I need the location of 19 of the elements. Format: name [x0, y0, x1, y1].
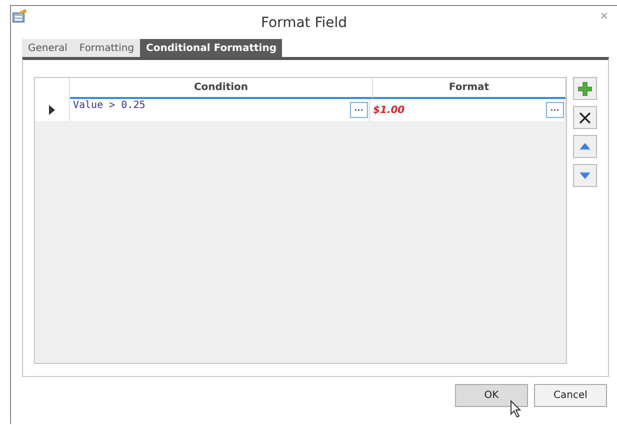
add-button[interactable] — [573, 77, 597, 100]
delete-button[interactable] — [573, 106, 597, 129]
ellipsis-button[interactable]: ··· — [546, 102, 564, 118]
format-preview: $1.00 — [373, 104, 405, 116]
dialog-button[interactable]: OK — [455, 384, 528, 407]
ellipsis-button[interactable]: ··· — [350, 102, 368, 118]
tab[interactable]: General — [22, 39, 74, 57]
dialog-button[interactable]: Cancel — [534, 384, 607, 407]
tab[interactable]: Conditional Formatting — [140, 39, 282, 57]
up-arrow-icon — [580, 143, 590, 150]
window-title: Format Field — [260, 14, 348, 30]
mouse-pointer-icon — [510, 400, 522, 418]
plus-icon — [578, 82, 592, 96]
condition-text: Value > 0.25 — [73, 100, 146, 111]
tab[interactable]: Formatting — [73, 39, 140, 57]
move-up-button[interactable] — [573, 135, 597, 158]
move-down-button[interactable] — [573, 164, 597, 187]
close-icon — [579, 112, 591, 124]
down-arrow-icon — [580, 172, 590, 179]
